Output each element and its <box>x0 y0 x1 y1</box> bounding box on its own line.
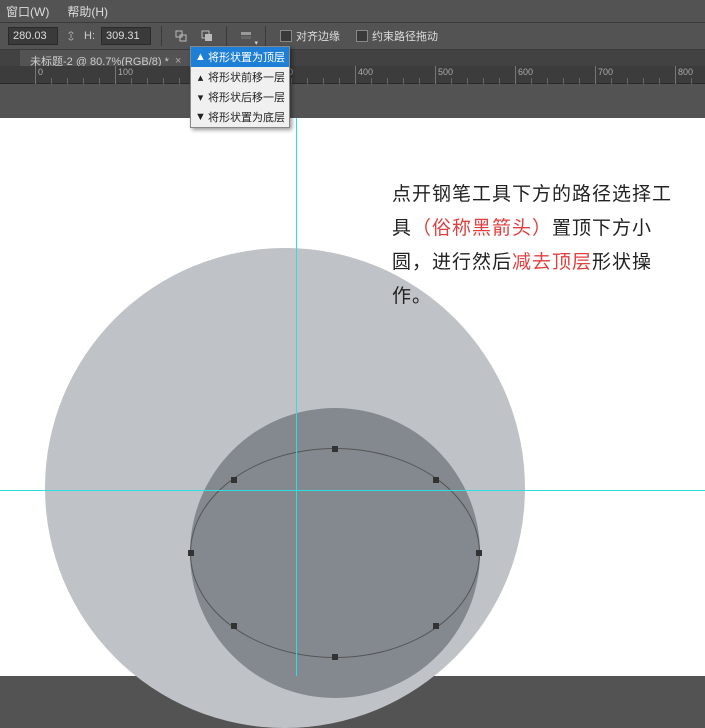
dd-send-backward[interactable]: ▾ 将形状后移一层 <box>191 87 289 107</box>
ruler-tick: 0 <box>35 66 36 84</box>
constrain-label: 约束路径拖动 <box>372 28 438 44</box>
canvas-area[interactable]: 点开钢笔工具下方的路径选择工具（俗称黑箭头）置顶下方小圆，进行然后减去顶层形状操… <box>0 84 705 676</box>
path-arrange-icon[interactable]: ▾ <box>235 25 257 47</box>
anchor-point[interactable] <box>433 623 439 629</box>
dd-send-to-back[interactable]: ▼ 将形状置为底层 <box>191 107 289 127</box>
align-edges-check[interactable]: 对齐边缘 <box>280 28 340 44</box>
anchor-point[interactable] <box>476 550 482 556</box>
ruler-tick: 600 <box>515 66 516 84</box>
height-field[interactable] <box>101 27 151 45</box>
ruler-tick: 500 <box>435 66 436 84</box>
menu-help[interactable]: 帮助(H) <box>67 3 108 20</box>
ruler-tick: 700 <box>595 66 596 84</box>
artboard: 点开钢笔工具下方的路径选择工具（俗称黑箭头）置顶下方小圆，进行然后减去顶层形状操… <box>0 118 705 676</box>
link-wh-icon[interactable] <box>64 28 80 44</box>
checkbox-icon <box>280 30 292 42</box>
layer-down-icon: ▾ <box>195 91 206 104</box>
ruler-tick: 100 <box>115 66 116 84</box>
guide-horizontal[interactable] <box>0 490 705 491</box>
ruler-horizontal: 0100200300400500600700800 <box>0 66 705 84</box>
anchor-point[interactable] <box>231 623 237 629</box>
separator <box>265 26 266 46</box>
height-label: H: <box>84 30 95 42</box>
annotation-text: 点开钢笔工具下方的路径选择工具（俗称黑箭头）置顶下方小圆，进行然后减去顶层形状操… <box>392 178 682 314</box>
layer-top-icon: ▲ <box>195 51 206 63</box>
options-bar: H: ▾ 对齐边缘 约束路径拖动 <box>0 22 705 50</box>
anchor-point[interactable] <box>332 446 338 452</box>
layer-bottom-icon: ▼ <box>195 111 206 123</box>
width-field[interactable] <box>8 27 58 45</box>
guide-vertical[interactable] <box>296 118 297 676</box>
ruler-tick: 400 <box>355 66 356 84</box>
dd-label: 将形状置为底层 <box>208 109 285 125</box>
align-edges-label: 对齐边缘 <box>296 28 340 44</box>
path-operations-icon[interactable] <box>196 25 218 47</box>
annotation-part-red: 减去顶层 <box>512 252 592 273</box>
anchor-point[interactable] <box>188 550 194 556</box>
menu-bar: 窗口(W) 帮助(H) <box>0 0 705 22</box>
annotation-part-red: （俗称黑箭头） <box>412 218 552 239</box>
layer-up-icon: ▴ <box>195 71 206 84</box>
menu-window[interactable]: 窗口(W) <box>6 3 49 20</box>
dd-label: 将形状后移一层 <box>208 89 285 105</box>
arrange-dropdown: ▲ 将形状置为顶层 ▴ 将形状前移一层 ▾ 将形状后移一层 ▼ 将形状置为底层 <box>190 46 290 128</box>
dd-bring-forward[interactable]: ▴ 将形状前移一层 <box>191 67 289 87</box>
checkbox-icon <box>356 30 368 42</box>
anchor-point[interactable] <box>433 477 439 483</box>
anchor-point[interactable] <box>231 477 237 483</box>
path-align-icon[interactable] <box>170 25 192 47</box>
dd-label: 将形状前移一层 <box>208 69 285 85</box>
anchor-point[interactable] <box>332 654 338 660</box>
constrain-path-check[interactable]: 约束路径拖动 <box>356 28 438 44</box>
selection-path-ellipse[interactable] <box>190 448 480 658</box>
separator <box>226 26 227 46</box>
dd-label: 将形状置为顶层 <box>208 49 285 65</box>
separator <box>161 26 162 46</box>
ruler-tick: 800 <box>675 66 676 84</box>
dd-bring-to-front[interactable]: ▲ 将形状置为顶层 <box>191 47 289 67</box>
